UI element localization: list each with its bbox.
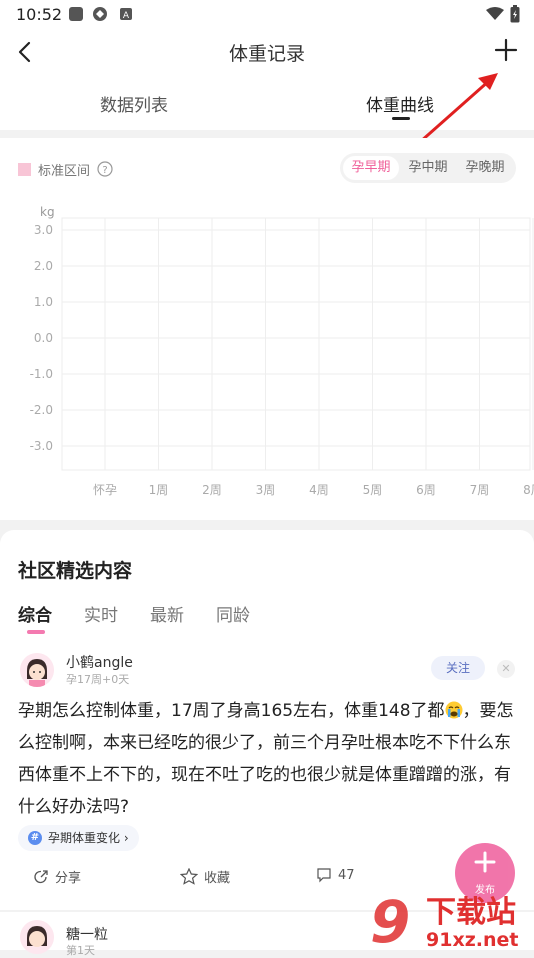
follow-button[interactable]: 关注 [431,656,485,680]
active-tab-indicator [392,117,410,120]
annotation-arrow [419,73,498,144]
page-title: 体重记录 [228,43,305,65]
weight-chart-card: 标准区间 ? 孕早期 孕中期 孕晚期 kg 3.0 2.0 1.0 0.0 -1.0 -2.… [0,138,534,520]
legend-label: 标准区间 [38,164,91,179]
period-selector: 孕早期 孕中期 孕晚期 [340,153,516,183]
girl-avatar-icon [20,920,54,954]
y-tick-label: 3.0 [34,223,53,237]
tab-comprehensive[interactable]: 综合 [18,601,52,626]
girl-avatar-icon [20,653,54,687]
dismiss-button[interactable]: ✕ [497,660,515,678]
plot-frame [61,217,531,471]
star-icon [180,868,198,885]
share-icon [34,869,48,883]
community-section: 社区精选内容 综合 实时 最新 同龄 小鹤angle 孕17周+0天 关注 ✕ … [0,530,534,910]
next-post-username[interactable]: 糖一粒 [66,924,108,944]
period-late[interactable]: 孕晚期 [457,156,513,180]
weight-chart: kg 3.0 2.0 1.0 0.0 -1.0 -2.0 -3.0 怀孕 1周 2周 3周 4周 5周 6周… [30,205,534,497]
sync-icon [93,7,107,21]
y-tick-label: 1.0 [34,295,53,309]
tab-data-list[interactable]: 数据列表 [100,91,168,116]
comment-action[interactable]: 47 [316,867,355,883]
comment-icon [317,868,331,883]
avatar[interactable] [20,920,54,954]
x-tick-label: 8周 [523,483,534,497]
legend-swatch [18,163,31,176]
crying-emoji-icon [445,701,463,719]
plus-icon [474,851,496,873]
x-tick-label: 怀孕 [93,483,117,497]
svg-text:91xz.net: 91xz.net [426,929,518,950]
svg-text:9: 9 [370,888,410,950]
community-title: 社区精选内容 [18,560,133,582]
next-post-meta: 第1天 [66,944,95,957]
y-tick-label: 0.0 [34,331,53,345]
font-icon: A [120,8,132,21]
svg-text:?: ? [102,165,107,176]
status-bar: 10:52 A [0,0,534,30]
help-icon[interactable]: ? [97,161,113,177]
wifi-icon [486,7,504,20]
y-tick-label: -1.0 [30,367,53,381]
x-tick-label: 7周 [470,483,490,497]
x-tick-label: 2周 [202,483,222,497]
post-username[interactable]: 小鹤angle [66,652,133,672]
tab-same-age[interactable]: 同龄 [216,601,250,626]
post-user-meta: 孕17周+0天 [66,673,130,686]
x-tick-label: 6周 [416,483,436,497]
y-tick-label: 2.0 [34,259,53,273]
y-tick-label: -3.0 [30,439,53,453]
add-record-icon[interactable] [492,36,520,64]
topic-label: 孕期体重变化 › [48,831,129,845]
tab-latest[interactable]: 最新 [150,601,184,626]
tab-realtime[interactable]: 实时 [84,601,118,626]
post-text-part1: 孕期怎么控制体重，17周了身高165左右，体重148了都 [18,701,445,721]
community-tab-indicator [27,630,45,634]
hashtag-icon: # [28,831,42,845]
status-time: 10:52 [16,5,63,24]
topic-tag[interactable]: # 孕期体重变化 › [18,825,139,851]
watermark-logo: 9 下载站 91xz.net [370,888,518,950]
y-tick-label: -2.0 [30,403,53,417]
favorite-action[interactable]: 收藏 [180,867,230,886]
battery-icon [510,5,520,23]
period-early[interactable]: 孕早期 [343,156,399,180]
post-text[interactable]: 孕期怎么控制体重，17周了身高165左右，体重148了都 ，要怎么控制啊，本来已经… [18,695,518,823]
x-tick-label: 3周 [256,483,276,497]
period-middle[interactable]: 孕中期 [400,156,456,180]
comment-count: 47 [338,867,355,883]
avatar[interactable] [20,653,54,687]
svg-text:下载站: 下载站 [426,895,516,930]
app-notification-icon [69,7,83,21]
svg-text:A: A [123,11,130,21]
x-tick-label: 1周 [149,483,169,497]
share-label: 分享 [55,871,82,886]
x-tick-label: 4周 [309,483,329,497]
share-action[interactable]: 分享 [33,867,81,886]
favorite-label: 收藏 [204,871,231,886]
x-tick-label: 5周 [363,483,383,497]
y-axis-unit: kg [40,205,55,219]
